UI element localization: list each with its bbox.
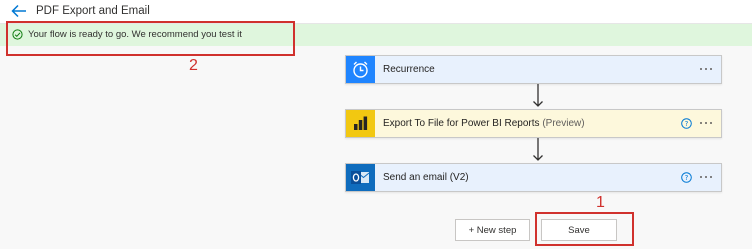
flow-title: PDF Export and Email <box>36 5 150 17</box>
outlook-icon <box>346 164 375 191</box>
svg-text:?: ? <box>685 174 689 182</box>
annotation-box-banner <box>6 21 295 56</box>
more-options-icon[interactable] <box>697 168 715 186</box>
annotation-number-save: 1 <box>596 194 605 211</box>
connector-arrow-icon <box>533 84 543 107</box>
back-arrow-icon[interactable] <box>11 4 27 18</box>
help-icon[interactable]: ? <box>681 172 692 183</box>
step-card-send-email[interactable]: Send an email (V2) ? <box>345 163 722 192</box>
more-options-icon[interactable] <box>697 60 715 78</box>
preview-badge: (Preview) <box>542 118 585 129</box>
step-label: Send an email (V2) <box>383 172 469 183</box>
alarm-clock-icon <box>346 56 375 83</box>
step-card-export-to-file[interactable]: Export To File for Power BI Reports (Pre… <box>345 109 722 138</box>
svg-text:?: ? <box>685 120 689 128</box>
step-label: Recurrence <box>383 64 435 75</box>
annotation-number-banner: 2 <box>189 57 198 74</box>
step-card-recurrence[interactable]: Recurrence <box>345 55 722 84</box>
step-label: Export To File for Power BI Reports (Pre… <box>383 118 585 129</box>
help-icon[interactable]: ? <box>681 118 692 129</box>
new-step-button[interactable]: + New step <box>455 219 530 241</box>
power-bi-icon <box>346 110 375 137</box>
annotation-box-save <box>535 212 634 246</box>
connector-arrow-icon <box>533 138 543 161</box>
more-options-icon[interactable] <box>697 114 715 132</box>
